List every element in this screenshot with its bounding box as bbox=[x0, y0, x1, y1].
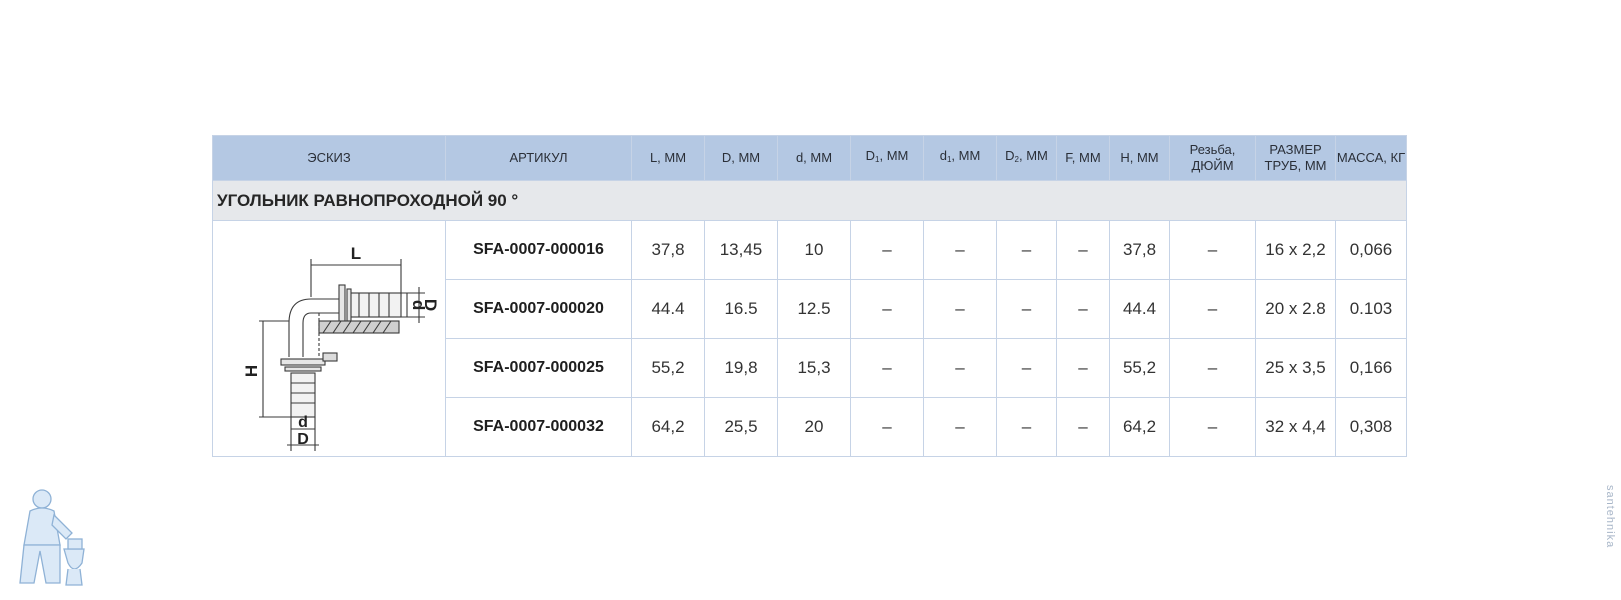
cell-L: 64,2 bbox=[631, 397, 705, 457]
cell-d1: – bbox=[923, 220, 997, 280]
sketch-cell: L H d D d D bbox=[212, 220, 446, 457]
label-d-bottom: d bbox=[298, 414, 308, 431]
col-H-header: H, ММ bbox=[1109, 135, 1170, 181]
cell-mass: 0,166 bbox=[1335, 338, 1407, 398]
cell-D1: – bbox=[850, 279, 924, 339]
cell-article: SFA-0007-000016 bbox=[445, 220, 632, 280]
section-title: УГОЛЬНИК РАВНОПРОХОДНОЙ 90 ° bbox=[212, 180, 1407, 221]
col-F-header: F, ММ bbox=[1056, 135, 1110, 181]
col-D1-header: D1, ММ bbox=[850, 135, 924, 181]
cell-d: 15,3 bbox=[777, 338, 851, 398]
cell-pipe: 25 x 3,5 bbox=[1255, 338, 1336, 398]
cell-H: 44.4 bbox=[1109, 279, 1170, 339]
cell-d1: – bbox=[923, 279, 997, 339]
cell-D1: – bbox=[850, 338, 924, 398]
table-row: L H d D d D SFA-0007-000016 37,8 13,45 1… bbox=[212, 220, 1407, 457]
header-row: ЭСКИЗ АРТИКУЛ L, ММ D, ММ d, ММ D1, ММ d… bbox=[212, 135, 1407, 181]
cell-mass: 0.103 bbox=[1335, 279, 1407, 339]
cell-article: SFA-0007-000025 bbox=[445, 338, 632, 398]
cell-F: – bbox=[1056, 397, 1110, 457]
plumber-mascot-logo bbox=[19, 489, 85, 586]
col-d-header: d, ММ bbox=[777, 135, 851, 181]
cell-thread: – bbox=[1169, 279, 1256, 339]
side-watermark: santehnika bbox=[1604, 485, 1616, 549]
cell-D2: – bbox=[996, 397, 1057, 457]
label-L: L bbox=[351, 244, 361, 263]
spec-table: ЭСКИЗ АРТИКУЛ L, ММ D, ММ d, ММ D1, ММ d… bbox=[212, 135, 1407, 457]
cell-D1: – bbox=[850, 397, 924, 457]
cell-F: – bbox=[1056, 220, 1110, 280]
cell-d: 20 bbox=[777, 397, 851, 457]
cell-thread: – bbox=[1169, 338, 1256, 398]
cell-L: 55,2 bbox=[631, 338, 705, 398]
cell-d: 12.5 bbox=[777, 279, 851, 339]
cell-H: 55,2 bbox=[1109, 338, 1170, 398]
col-d1-header: d1, ММ bbox=[923, 135, 997, 181]
cell-article: SFA-0007-000032 bbox=[445, 397, 632, 457]
cell-D: 16.5 bbox=[704, 279, 778, 339]
cell-d1: – bbox=[923, 338, 997, 398]
cell-pipe: 16 x 2,2 bbox=[1255, 220, 1336, 280]
label-D-right: D bbox=[421, 298, 439, 310]
col-D2-header: D2, ММ bbox=[996, 135, 1057, 181]
cell-H: 37,8 bbox=[1109, 220, 1170, 280]
cell-L: 37,8 bbox=[631, 220, 705, 280]
col-L-header: L, ММ bbox=[631, 135, 705, 181]
section-row: УГОЛЬНИК РАВНОПРОХОДНОЙ 90 ° bbox=[212, 180, 1407, 221]
col-D-header: D, ММ bbox=[704, 135, 778, 181]
cell-thread: – bbox=[1169, 220, 1256, 280]
cell-D: 19,8 bbox=[704, 338, 778, 398]
cell-pipe: 32 x 4,4 bbox=[1255, 397, 1336, 457]
col-mass-header: МАССА, КГ bbox=[1335, 135, 1407, 181]
cell-H: 64,2 bbox=[1109, 397, 1170, 457]
cell-article: SFA-0007-000020 bbox=[445, 279, 632, 339]
cell-D1: – bbox=[850, 220, 924, 280]
cell-F: – bbox=[1056, 279, 1110, 339]
label-D-bottom: D bbox=[297, 431, 309, 448]
cell-mass: 0,066 bbox=[1335, 220, 1407, 280]
col-article-header: АРТИКУЛ bbox=[445, 135, 632, 181]
cell-D: 25,5 bbox=[704, 397, 778, 457]
col-pipe-header: РАЗМЕР ТРУБ, ММ bbox=[1255, 135, 1336, 181]
cell-D2: – bbox=[996, 338, 1057, 398]
cell-D: 13,45 bbox=[704, 220, 778, 280]
cell-thread: – bbox=[1169, 397, 1256, 457]
col-sketch-header: ЭСКИЗ bbox=[212, 135, 446, 181]
cell-D2: – bbox=[996, 279, 1057, 339]
cell-pipe: 20 x 2.8 bbox=[1255, 279, 1336, 339]
cell-d1: – bbox=[923, 397, 997, 457]
cell-mass: 0,308 bbox=[1335, 397, 1407, 457]
col-thread-header: Резьба, ДЮЙМ bbox=[1169, 135, 1256, 181]
label-H: H bbox=[242, 364, 261, 376]
cell-d: 10 bbox=[777, 220, 851, 280]
cell-L: 44.4 bbox=[631, 279, 705, 339]
elbow-drawing: L H d D d D bbox=[242, 244, 439, 451]
cell-D2: – bbox=[996, 220, 1057, 280]
cell-F: – bbox=[1056, 338, 1110, 398]
